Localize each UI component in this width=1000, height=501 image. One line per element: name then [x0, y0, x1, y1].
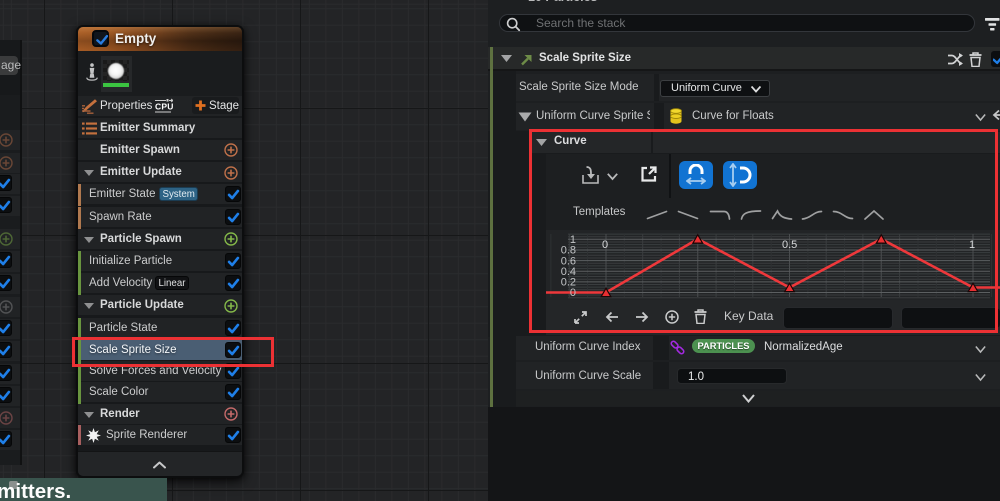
svg-text:CPU: CPU [155, 101, 173, 111]
